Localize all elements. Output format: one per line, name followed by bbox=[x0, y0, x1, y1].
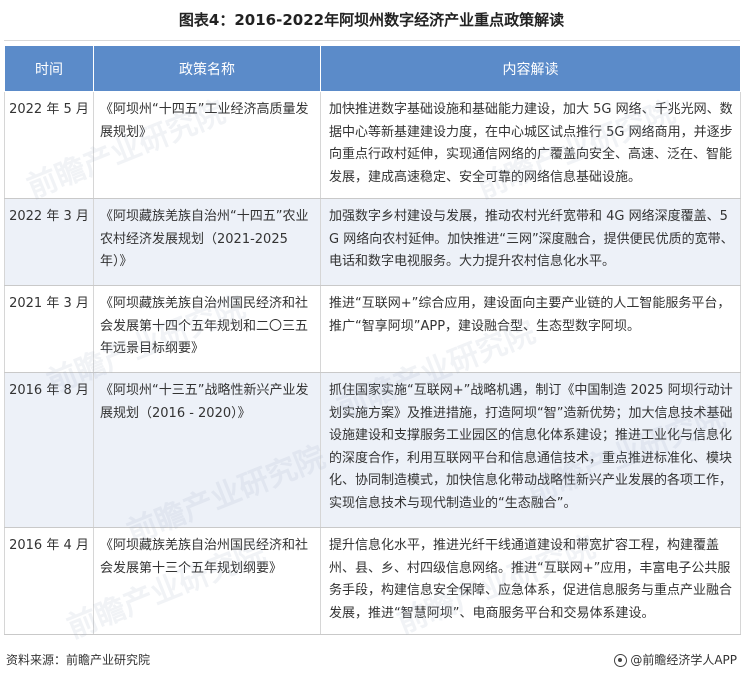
cell-date: 2016 年 8 月 bbox=[4, 372, 94, 528]
brand-footer: @前瞻经济学人APP bbox=[614, 651, 737, 669]
cell-content: 加快推进数字基础设施和基础能力建设，加大 5G 网络、千兆光网、数据中心等新基建… bbox=[320, 91, 741, 199]
header-policy-name: 政策名称 bbox=[93, 45, 321, 92]
table-row: 2021 年 3 月 《阿坝藏族羌族自治州国民经济和社会发展第十四个五年规划和二… bbox=[4, 285, 741, 373]
header-date: 时间 bbox=[4, 45, 94, 92]
cell-policy-name: 《阿坝藏族羌族自治州国民经济和社会发展第十四个五年规划和二〇三五年远景目标纲要》 bbox=[93, 285, 321, 373]
chart-title: 图表4：2016-2022年阿坝州数字经济产业重点政策解读 bbox=[178, 11, 565, 29]
cell-policy-name: 《阿坝藏族羌族自治州国民经济和社会发展第十三个五年规划纲要》 bbox=[93, 527, 321, 635]
title-divider bbox=[4, 40, 740, 41]
cell-date: 2022 年 5 月 bbox=[4, 91, 94, 199]
policy-table: 时间 政策名称 内容解读 2022 年 5 月 《阿坝州“十四五”工业经济高质量… bbox=[4, 45, 741, 635]
cell-content: 抓住国家实施“互联网+”战略机遇，制订《中国制造 2025 阿坝行动计划实施方案… bbox=[320, 372, 741, 528]
cell-date: 2022 年 3 月 bbox=[4, 198, 94, 286]
logo-icon bbox=[614, 653, 628, 667]
cell-policy-name: 《阿坝藏族羌族自治州“十四五”农业农村经济发展规划（2021-2025 年）》 bbox=[93, 198, 321, 286]
table-row: 2022 年 5 月 《阿坝州“十四五”工业经济高质量发展规划》 加快推进数字基… bbox=[4, 91, 741, 199]
cell-content: 加强数字乡村建设与发展，推动农村光纤宽带和 4G 网络深度覆盖、5G 网络向农村… bbox=[320, 198, 741, 286]
table-row: 2016 年 8 月 《阿坝州“十三五”战略性新兴产业发展规划（2016 - 2… bbox=[4, 372, 741, 528]
cell-content: 提升信息化水平，推进光纤干线通道建设和带宽扩容工程，构建覆盖州、县、乡、村四级信… bbox=[320, 527, 741, 635]
table-row: 2022 年 3 月 《阿坝藏族羌族自治州“十四五”农业农村经济发展规划（202… bbox=[4, 198, 741, 286]
source-note: 资料来源：前瞻产业研究院 bbox=[6, 653, 151, 667]
cell-policy-name: 《阿坝州“十四五”工业经济高质量发展规划》 bbox=[93, 91, 321, 199]
cell-content: 推进“互联网+”综合应用，建设面向主要产业链的人工智能服务平台，推广“智享阿坝”… bbox=[320, 285, 741, 373]
table-row: 2016 年 4 月 《阿坝藏族羌族自治州国民经济和社会发展第十三个五年规划纲要… bbox=[4, 527, 741, 635]
cell-date: 2016 年 4 月 bbox=[4, 527, 94, 635]
brand-label: @前瞻经济学人APP bbox=[630, 653, 737, 667]
cell-date: 2021 年 3 月 bbox=[4, 285, 94, 373]
cell-policy-name: 《阿坝州“十三五”战略性新兴产业发展规划（2016 - 2020）》 bbox=[93, 372, 321, 528]
header-content: 内容解读 bbox=[320, 45, 741, 92]
table-header-row: 时间 政策名称 内容解读 bbox=[4, 45, 741, 92]
